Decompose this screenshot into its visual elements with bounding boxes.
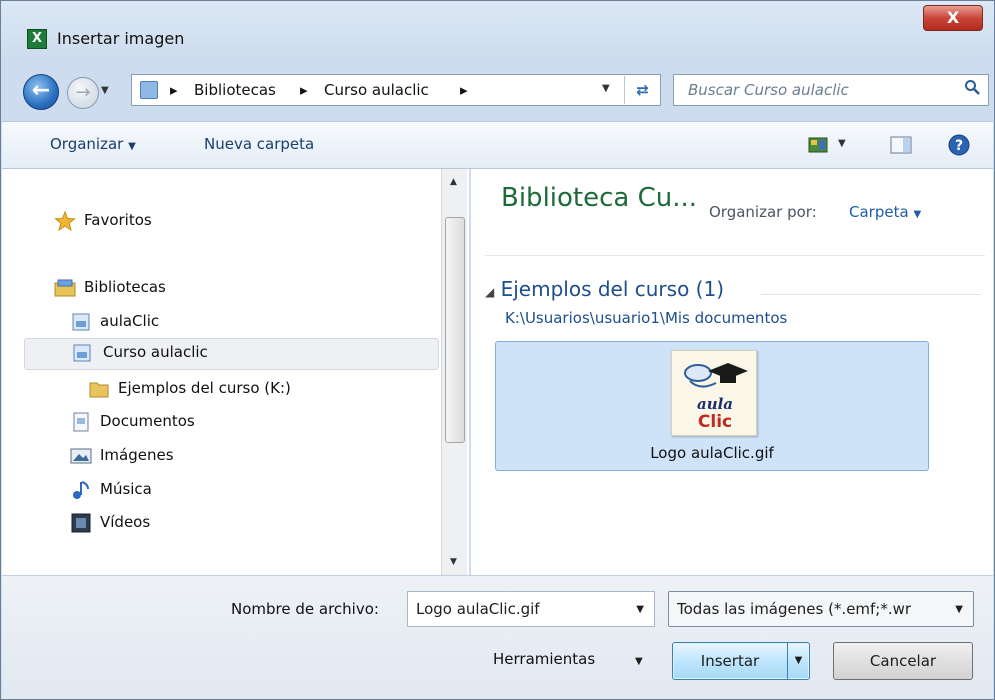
star-icon (54, 211, 76, 231)
nav-item-label: Documentos (100, 412, 195, 430)
address-dropdown-icon[interactable]: ▼ (602, 83, 610, 94)
library-icon (140, 81, 158, 99)
cancel-button[interactable]: Cancelar (833, 642, 973, 680)
nav-item-label: Vídeos (100, 513, 151, 531)
new-folder-button[interactable]: Nueva carpeta (204, 135, 314, 153)
scroll-down-icon[interactable]: ▼ (450, 557, 457, 567)
nav-scrollbar[interactable]: ▲ ▼ (441, 169, 467, 575)
library-icon (73, 344, 91, 362)
nav-item-label: Curso aulaclic (103, 343, 208, 361)
breadcrumb-chevron-icon[interactable]: ▸ (460, 81, 468, 99)
help-icon[interactable]: ? (948, 134, 970, 156)
pictures-icon (70, 448, 92, 464)
scroll-up-icon[interactable]: ▲ (450, 177, 457, 187)
group-header[interactable]: ◢ Ejemplos del curso (1) (485, 277, 724, 301)
title-bar: X Insertar imagen X (1, 1, 994, 57)
svg-text:?: ? (955, 138, 963, 154)
nav-item-imagenes[interactable]: Imágenes (70, 444, 370, 474)
library-icon (72, 313, 90, 331)
tools-button[interactable]: Herramientas (493, 650, 595, 668)
chevron-down-icon: ▼ (913, 209, 922, 220)
breadcrumb-curso-aulaclic[interactable]: Curso aulaclic (324, 81, 429, 99)
breadcrumb-chevron-icon[interactable]: ▸ (300, 81, 308, 99)
view-dropdown-icon[interactable]: ▼ (838, 138, 846, 149)
search-placeholder: Buscar Curso aulaclic (688, 81, 849, 99)
nav-favorites[interactable]: Favoritos (54, 209, 354, 239)
nav-item-musica[interactable]: Música (70, 478, 370, 508)
chevron-down-icon[interactable]: ▼ (636, 604, 644, 615)
documents-icon (73, 412, 89, 432)
libraries-icon (54, 279, 76, 297)
logo-text-aula: aula (697, 395, 733, 413)
divider (485, 255, 985, 256)
tools-dropdown-icon[interactable]: ▼ (635, 656, 643, 667)
nav-item-label: Ejemplos del curso (K:) (118, 379, 291, 397)
search-input[interactable]: Buscar Curso aulaclic (673, 74, 989, 106)
videos-icon (71, 513, 91, 533)
nav-item-ejemplos-del-curso[interactable]: Ejemplos del curso (K:) (88, 377, 418, 407)
cancel-label: Cancelar (869, 652, 937, 670)
group-header-label: Ejemplos del curso (1) (500, 277, 724, 301)
view-options-icon[interactable] (808, 136, 828, 154)
filetype-value: Todas las imágenes (*.emf;*.wr (677, 600, 912, 618)
organize-button[interactable]: Organizar ▼ (50, 135, 136, 153)
forward-button[interactable]: → (67, 77, 99, 109)
group-divider (761, 294, 981, 295)
close-button[interactable]: X (923, 5, 983, 31)
window-title: Insertar imagen (57, 29, 185, 48)
insert-button[interactable]: Insertar ▼ (672, 642, 810, 680)
filename-input[interactable]: Logo aulaClic.gif ▼ (407, 591, 655, 627)
nav-item-label: aulaClic (100, 312, 160, 330)
nav-item-curso-aulaclic[interactable]: Curso aulaclic (24, 338, 439, 370)
filename-label: Nombre de archivo: (231, 600, 379, 618)
search-icon[interactable] (964, 79, 980, 95)
back-arrow-icon: ← (31, 78, 51, 103)
back-button[interactable]: ← (23, 74, 59, 110)
nav-favorites-label: Favoritos (84, 211, 152, 229)
organize-label: Organizar (50, 135, 124, 153)
refresh-button[interactable]: ⇄ (624, 76, 660, 104)
content-pane: Biblioteca Cu... Organizar por: Carpeta … (471, 169, 993, 575)
filename-value: Logo aulaClic.gif (416, 600, 540, 618)
music-icon (73, 481, 89, 499)
library-title: Biblioteca Cu... (501, 183, 698, 213)
nav-item-videos[interactable]: Vídeos (70, 511, 370, 541)
filetype-select[interactable]: Todas las imágenes (*.emf;*.wr ▼ (668, 591, 974, 627)
address-bar[interactable]: ▸ Bibliotecas ▸ Curso aulaclic ▸ ▼ ⇄ (131, 74, 661, 106)
nav-item-label: Música (100, 480, 152, 498)
file-item[interactable]: aula Clic Logo aulaClic.gif (495, 341, 929, 471)
arrange-by-dropdown[interactable]: Carpeta ▼ (849, 203, 921, 221)
scrollbar-thumb[interactable] (445, 217, 465, 443)
insert-image-dialog: X Insertar imagen X ← → ▼ ▸ Bibliotecas … (0, 0, 995, 700)
breadcrumb-bibliotecas[interactable]: Bibliotecas (194, 81, 276, 99)
preview-pane-icon[interactable] (890, 136, 912, 154)
insert-label: Insertar (700, 652, 760, 670)
history-dropdown-icon[interactable]: ▼ (101, 85, 109, 96)
navigation-pane: Favoritos Bibliotecas aulaClic Curso aul… (2, 169, 469, 575)
nav-item-label: Imágenes (100, 446, 174, 464)
command-toolbar: Organizar ▼ Nueva carpeta ▼ ? (2, 121, 993, 169)
chevron-down-icon: ▼ (128, 141, 136, 152)
nav-item-aulaclic[interactable]: aulaClic (70, 310, 370, 340)
dialog-footer: Nombre de archivo: Logo aulaClic.gif ▼ T… (2, 575, 993, 699)
nav-item-documentos[interactable]: Documentos (70, 410, 370, 440)
nav-libraries-label: Bibliotecas (84, 278, 166, 296)
insert-dropdown-icon[interactable]: ▼ (787, 643, 809, 679)
aulaclic-logo-icon: aula Clic (684, 363, 748, 432)
chevron-down-icon: ▼ (955, 604, 963, 615)
file-thumbnail: aula Clic (671, 350, 757, 436)
refresh-icon: ⇄ (636, 81, 649, 99)
arrange-by-label: Organizar por: (709, 203, 817, 221)
nav-libraries[interactable]: Bibliotecas (54, 276, 354, 306)
collapse-triangle-icon: ◢ (485, 285, 495, 299)
group-path-link[interactable]: K:\Usuarios\usuario1\Mis documentos (505, 309, 787, 327)
folder-icon (89, 382, 109, 398)
excel-app-icon: X (27, 29, 47, 49)
logo-text-clic: Clic (698, 412, 732, 432)
forward-arrow-icon: → (75, 82, 91, 103)
breadcrumb-chevron-icon[interactable]: ▸ (170, 81, 178, 99)
file-name: Logo aulaClic.gif (650, 444, 774, 462)
arrange-by-value: Carpeta (849, 203, 909, 221)
